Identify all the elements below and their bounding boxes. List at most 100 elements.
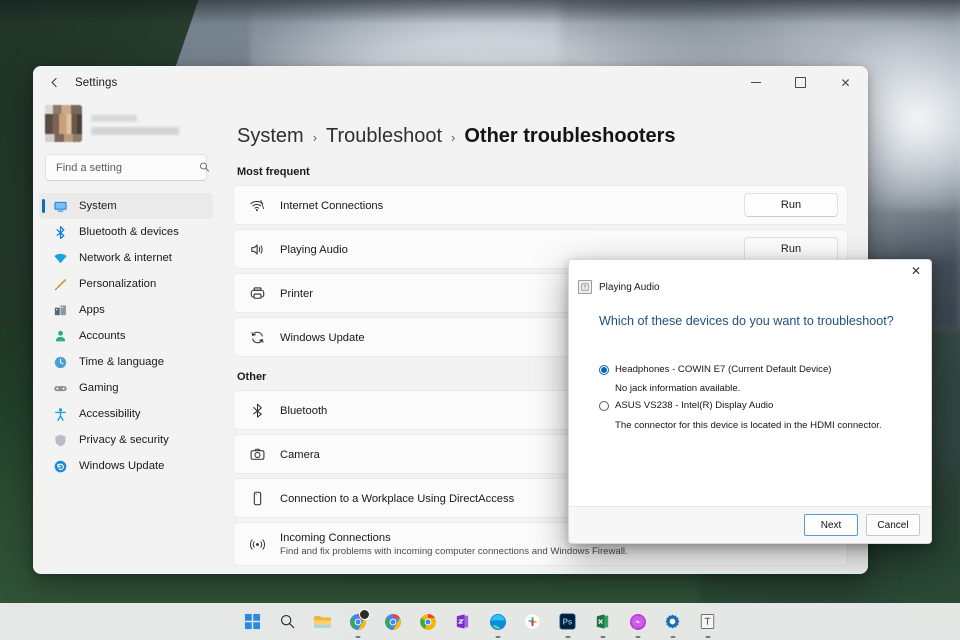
clock-icon (53, 355, 68, 370)
broadcast-icon (248, 535, 267, 554)
radio-button-selected-icon[interactable] (599, 364, 609, 375)
running-indicator (355, 635, 360, 638)
bluetooth-icon (248, 401, 267, 420)
sidebar-item-label: Personalization (79, 278, 157, 290)
sidebar-item-personalization[interactable]: Personalization (39, 271, 213, 297)
sidebar-item-privacy-security[interactable]: Privacy & security (39, 427, 213, 453)
search-box[interactable] (45, 154, 209, 181)
messenger-icon[interactable] (627, 611, 649, 638)
profile-text-redacted (91, 113, 179, 135)
chrome-profile-icon[interactable] (347, 608, 370, 638)
minimize-button[interactable] (733, 66, 778, 99)
row-title: Camera (280, 449, 320, 461)
run-button[interactable]: Run (744, 237, 838, 261)
radio-option-label: Headphones - COWIN E7 (Current Default D… (615, 364, 832, 375)
row-texts: Internet Connections (280, 196, 744, 214)
slack-icon[interactable] (522, 611, 544, 633)
user-profile[interactable] (33, 99, 219, 152)
back-button[interactable] (39, 68, 69, 98)
wifi-troubleshoot-icon (248, 196, 267, 215)
profile-name-redacted (91, 114, 137, 122)
paintbrush-icon (53, 277, 68, 292)
radio-option-note: The connector for this device is located… (615, 420, 882, 431)
row-texts: Playing Audio (280, 240, 744, 258)
breadcrumb-system[interactable]: System (237, 125, 304, 148)
window-title: Settings (75, 76, 118, 89)
radio-option-note: No jack information available. (615, 383, 741, 394)
profile-badge (358, 608, 370, 620)
excel-icon[interactable] (592, 611, 614, 638)
sidebar-item-label: Accounts (79, 330, 126, 342)
sidebar-item-accounts[interactable]: Accounts (39, 323, 213, 349)
sidebar-item-label: Network & internet (79, 252, 172, 264)
camera-icon (248, 445, 267, 464)
device-options-group: Headphones - COWIN E7 (Current Default D… (599, 364, 931, 431)
running-indicator (565, 635, 570, 638)
wallpaper-top-vignette (0, 0, 960, 24)
sidebar-item-gaming[interactable]: Gaming (39, 375, 213, 401)
start-icon[interactable] (242, 611, 264, 633)
radio-button-icon[interactable] (599, 400, 609, 411)
sidebar-nav: System Bluetooth & devices Network & int… (33, 193, 219, 574)
dialog-close-button[interactable]: ✕ (901, 260, 931, 282)
title-bar: Settings ✕ (33, 66, 868, 99)
sidebar-item-accessibility[interactable]: Accessibility (39, 401, 213, 427)
sidebar-item-windows-update[interactable]: Windows Update (39, 453, 213, 479)
maximize-button[interactable] (778, 66, 823, 99)
run-button[interactable]: Run (744, 193, 838, 217)
sidebar-item-apps[interactable]: Apps (39, 297, 213, 323)
accessibility-icon (53, 407, 68, 422)
radio-option-asus[interactable]: ASUS VS238 - Intel(R) Display Audio (599, 400, 931, 411)
row-title: Playing Audio (280, 244, 348, 256)
sidebar-item-label: Windows Update (79, 460, 165, 472)
sidebar-item-system[interactable]: System (39, 193, 213, 219)
app-icon[interactable] (697, 611, 719, 638)
sidebar-item-label: Time & language (79, 356, 164, 368)
update-icon (53, 459, 68, 474)
running-indicator (600, 635, 605, 638)
sidebar-item-network-internet[interactable]: Network & internet (39, 245, 213, 271)
sidebar-item-label: Apps (79, 304, 105, 316)
dialog-header: Playing Audio (569, 280, 931, 294)
dialog-footer: Next Cancel (569, 506, 931, 543)
file-explorer-icon[interactable] (312, 611, 334, 633)
running-indicator (705, 635, 710, 638)
troubleshooter-row-internet-connections[interactable]: Internet Connections Run (233, 185, 848, 225)
gamepad-icon (53, 381, 68, 396)
dialog-header-title: Playing Audio (599, 281, 660, 293)
printer-icon (248, 284, 267, 303)
settings-icon[interactable] (662, 611, 684, 638)
sidebar-item-time-language[interactable]: Time & language (39, 349, 213, 375)
playing-audio-troubleshooter-dialog: ✕ Playing Audio Which of these devices d… (568, 259, 932, 544)
refresh-icon (248, 328, 267, 347)
avatar (45, 105, 82, 142)
apps-icon (53, 303, 68, 318)
running-indicator (670, 635, 675, 638)
row-title: Connection to a Workplace Using DirectAc… (280, 493, 515, 505)
speaker-icon (248, 240, 267, 259)
sidebar-item-label: System (79, 200, 117, 212)
sidebar-item-label: Gaming (79, 382, 119, 394)
photoshop-icon[interactable]: Ps (557, 611, 579, 638)
sidebar-item-label: Accessibility (79, 408, 141, 420)
radio-option-headphones[interactable]: Headphones - COWIN E7 (Current Default D… (599, 364, 931, 375)
chevron-right-icon: › (312, 130, 318, 145)
wifi-icon (53, 251, 68, 266)
search-icon[interactable] (277, 611, 299, 633)
chrome-alt-icon[interactable] (417, 611, 439, 633)
person-icon (53, 329, 68, 344)
row-title: Printer (280, 288, 313, 300)
breadcrumb-troubleshoot[interactable]: Troubleshoot (326, 125, 442, 148)
sidebar-item-bluetooth-devices[interactable]: Bluetooth & devices (39, 219, 213, 245)
close-button[interactable]: ✕ (823, 66, 868, 99)
edge-icon[interactable] (487, 611, 509, 638)
cancel-button[interactable]: Cancel (866, 514, 920, 536)
page-title: Other troubleshooters (464, 125, 676, 147)
office-icon[interactable] (452, 611, 474, 633)
profile-email-redacted (91, 126, 179, 135)
next-button[interactable]: Next (804, 514, 858, 536)
chrome-icon[interactable] (382, 611, 404, 633)
dialog-title-bar: ✕ (569, 260, 931, 282)
breadcrumb: System › Troubleshoot › Other troublesho… (233, 125, 848, 148)
search-input[interactable] (54, 160, 200, 175)
